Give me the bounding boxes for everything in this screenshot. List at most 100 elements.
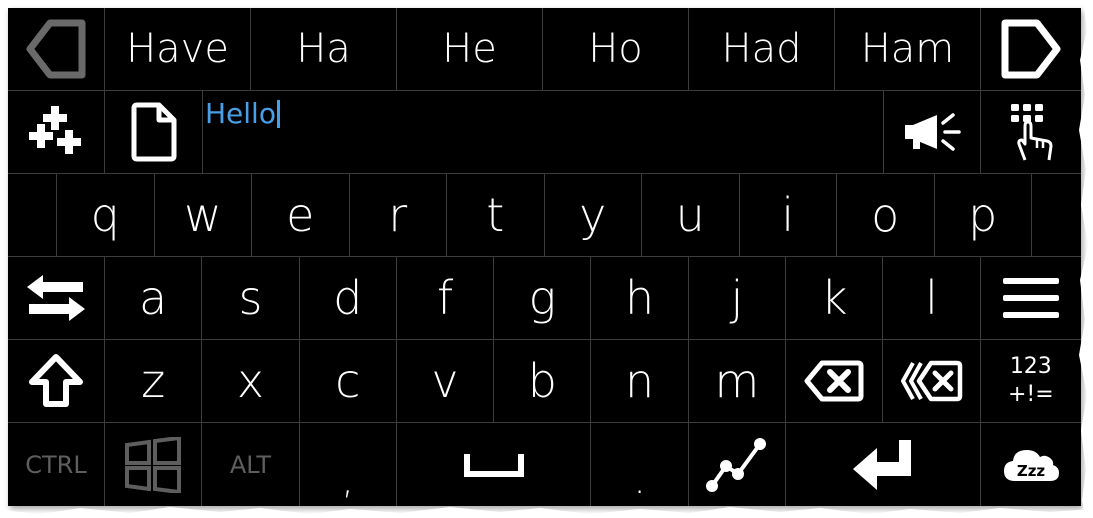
key-c[interactable]: c xyxy=(299,340,397,423)
key-row-bottom: CTRL ALT , . Zzz xyxy=(8,423,1081,506)
svg-text:Zzz: Zzz xyxy=(1017,462,1046,480)
keypad-key[interactable] xyxy=(981,91,1081,174)
key-w[interactable]: w xyxy=(154,174,252,257)
key-a[interactable]: a xyxy=(105,257,203,340)
row-indent-spacer xyxy=(8,174,57,257)
key-v[interactable]: v xyxy=(396,340,495,423)
suggestion-label: Ham xyxy=(860,26,955,72)
windows-key[interactable] xyxy=(105,423,203,506)
alt-key[interactable]: ALT xyxy=(202,423,300,506)
key-label: t xyxy=(486,188,505,242)
key-d[interactable]: d xyxy=(299,257,397,340)
key-q[interactable]: q xyxy=(57,174,155,257)
enter-arrow-icon xyxy=(851,438,915,492)
nav-right-key[interactable] xyxy=(981,8,1081,91)
delete-word-key[interactable] xyxy=(883,340,981,423)
symbols-key[interactable]: 123 +!= xyxy=(980,340,1081,423)
megaphone-icon xyxy=(899,107,965,157)
key-label: o xyxy=(871,188,900,242)
suggestion-label: He xyxy=(442,26,497,72)
key-n[interactable]: n xyxy=(591,340,689,423)
sleep-key[interactable]: Zzz xyxy=(981,423,1081,506)
key-m[interactable]: m xyxy=(688,340,787,423)
suggestion-label: Ho xyxy=(588,26,643,72)
period-key[interactable]: . xyxy=(591,423,689,506)
space-bar-icon xyxy=(463,450,525,480)
backspace-key[interactable] xyxy=(786,340,884,423)
comma-key[interactable]: , xyxy=(300,423,397,506)
key-y[interactable]: y xyxy=(544,174,642,257)
swipe-key[interactable] xyxy=(689,423,787,506)
suggestion-2[interactable]: Ha xyxy=(251,8,397,91)
key-u[interactable]: u xyxy=(642,174,740,257)
key-label: g xyxy=(528,271,557,325)
key-h[interactable]: h xyxy=(591,257,689,340)
key-label: s xyxy=(238,271,263,325)
key-z[interactable]: z xyxy=(105,340,203,423)
nav-left-key[interactable] xyxy=(8,8,105,91)
speak-key[interactable] xyxy=(884,91,981,174)
key-label: a xyxy=(139,271,168,325)
key-label: l xyxy=(925,271,938,325)
input-row: Hello xyxy=(8,91,1081,174)
text-input-field[interactable]: Hello xyxy=(203,91,884,174)
suggestion-label: Have xyxy=(126,26,229,72)
suggestion-3[interactable]: He xyxy=(397,8,543,91)
key-b[interactable]: b xyxy=(494,340,592,423)
plus-sparkle-icon xyxy=(24,100,88,164)
symbols-key-line1: 123 xyxy=(1009,354,1052,379)
key-j[interactable]: j xyxy=(688,257,787,340)
suggestion-label: Ha xyxy=(296,26,351,72)
ctrl-key[interactable]: CTRL xyxy=(8,423,105,506)
key-o[interactable]: o xyxy=(837,174,935,257)
key-t[interactable]: t xyxy=(447,174,545,257)
key-row-qwerty: q w e r t y u i o p xyxy=(8,174,1081,257)
key-p[interactable]: p xyxy=(934,174,1032,257)
alt-label: ALT xyxy=(229,450,272,479)
suggestion-1[interactable]: Have xyxy=(105,8,251,91)
keypad-touch-icon xyxy=(1007,100,1055,164)
key-i[interactable]: i xyxy=(739,174,837,257)
swap-key[interactable] xyxy=(8,257,105,340)
enter-key[interactable] xyxy=(786,423,981,506)
text-caret xyxy=(276,100,280,128)
menu-key[interactable] xyxy=(980,257,1081,340)
key-label: n xyxy=(625,354,655,408)
key-f[interactable]: f xyxy=(396,257,495,340)
hamburger-icon xyxy=(1001,276,1061,320)
key-label: m xyxy=(714,354,760,408)
suggestion-6[interactable]: Ham xyxy=(835,8,981,91)
triangle-left-icon xyxy=(26,19,86,79)
key-r[interactable]: r xyxy=(349,174,447,257)
key-k[interactable]: k xyxy=(786,257,884,340)
space-key[interactable] xyxy=(397,423,592,506)
suggestion-5[interactable]: Had xyxy=(689,8,835,91)
key-row-asdf: a s d f g h j k l xyxy=(8,257,1081,340)
key-label: q xyxy=(90,188,120,242)
suggestion-4[interactable]: Ho xyxy=(543,8,689,91)
shift-key[interactable] xyxy=(8,340,105,423)
torn-edge-right xyxy=(1079,0,1093,518)
key-l[interactable]: l xyxy=(883,257,981,340)
key-label: v xyxy=(431,354,459,408)
key-label: y xyxy=(579,188,607,242)
swap-arrows-icon xyxy=(25,271,87,325)
key-label: f xyxy=(436,271,454,325)
key-e[interactable]: e xyxy=(252,174,350,257)
symbols-key-line2: +!= xyxy=(1007,382,1054,407)
key-label: e xyxy=(286,188,315,242)
comma-label: , xyxy=(341,456,355,503)
key-label: z xyxy=(141,354,166,408)
key-label: i xyxy=(781,188,795,242)
on-screen-keyboard: Have Ha He Ho Had Ham Hello q w e r t y … xyxy=(8,8,1081,506)
torn-edge-bottom xyxy=(0,507,1093,518)
magic-key[interactable] xyxy=(8,91,105,174)
key-label: p xyxy=(968,188,998,242)
key-g[interactable]: g xyxy=(494,257,592,340)
key-x[interactable]: x xyxy=(202,340,300,423)
document-key[interactable] xyxy=(105,91,203,174)
cloud-zzz-icon: Zzz xyxy=(1001,445,1061,485)
document-icon xyxy=(129,102,179,162)
key-s[interactable]: s xyxy=(202,257,300,340)
key-label: j xyxy=(730,271,744,325)
